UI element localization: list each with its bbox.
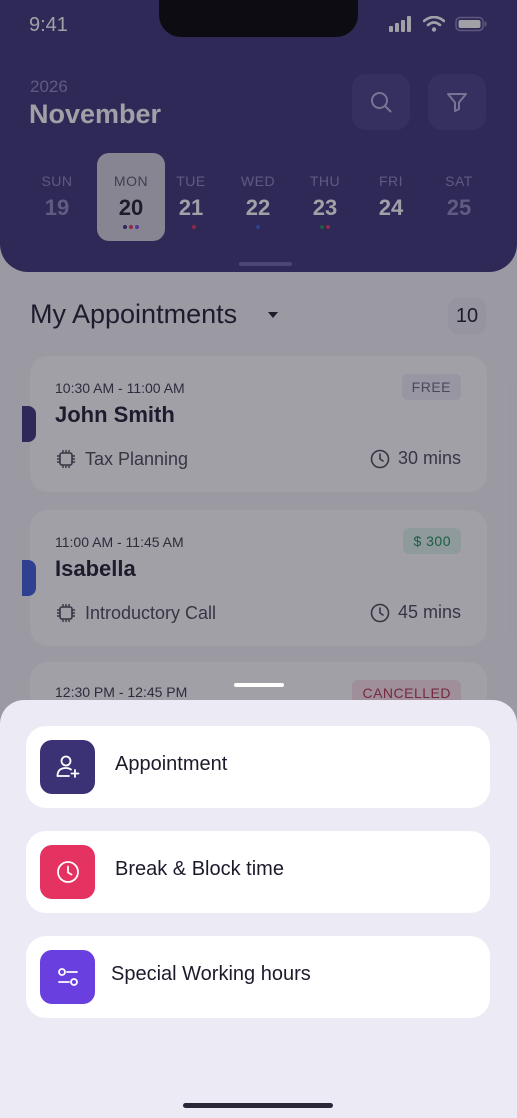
option-break-block-time[interactable]: Break & Block time [26,831,490,913]
add-action-sheet: Appointment Break & Block time Special W… [0,700,517,1118]
clock-icon [40,845,95,899]
option-label: Appointment [115,753,228,775]
sheet-drag-handle[interactable] [234,683,284,687]
option-label: Special Working hours [111,963,311,985]
home-indicator [183,1103,333,1108]
screen: 9:41 2026 November SUN 19 MON 20 TUE 21 … [0,0,517,1118]
option-appointment[interactable]: Appointment [26,726,490,808]
option-label: Break & Block time [115,858,284,880]
option-special-working-hours[interactable]: Special Working hours [26,936,490,1018]
sliders-icon [40,950,95,1004]
user-plus-icon [40,740,95,794]
